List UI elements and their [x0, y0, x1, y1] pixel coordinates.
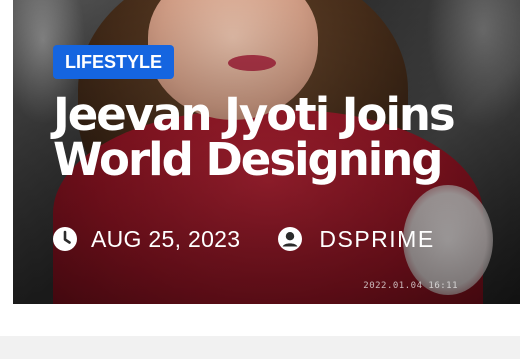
- photo-timestamp: 2022.01.04 16:11: [363, 281, 458, 291]
- category-badge[interactable]: LIFESTYLE: [53, 45, 175, 79]
- post-date[interactable]: AUG 25, 2023: [53, 226, 240, 253]
- post-author[interactable]: DSPRIME: [278, 226, 434, 253]
- post-meta: AUG 25, 2023 DSPRIME: [53, 224, 435, 254]
- post-author-name: DSPRIME: [319, 225, 435, 252]
- section-divider: [0, 336, 520, 359]
- post-title[interactable]: Jeevan Jyoti Joins World Designing: [53, 92, 493, 182]
- user-circle-icon: [278, 227, 303, 251]
- clock-icon: [53, 227, 77, 251]
- post-date-text: AUG 25, 2023: [91, 225, 241, 252]
- featured-post-card[interactable]: 2022.01.04 16:11 LIFESTYLE Jeevan Jyoti …: [13, 0, 520, 304]
